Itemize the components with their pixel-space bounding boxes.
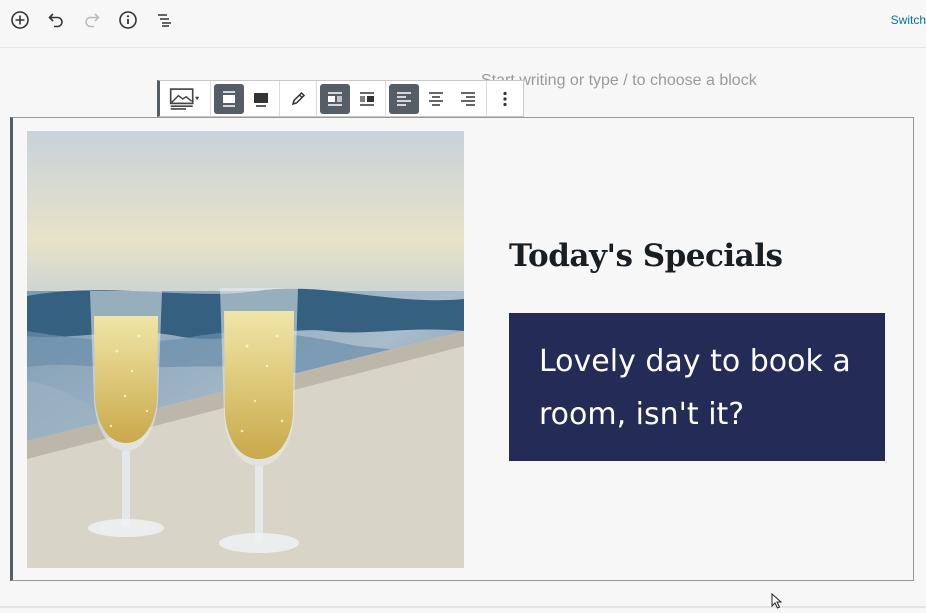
align-wide-icon[interactable]: [214, 83, 244, 114]
media-position-group: [317, 81, 386, 116]
redo-icon[interactable]: [80, 8, 104, 32]
outline-icon[interactable]: [152, 8, 176, 32]
edit-pencil-icon[interactable]: [283, 84, 313, 114]
add-block-icon[interactable]: [8, 8, 32, 32]
specials-heading[interactable]: Today's Specials: [509, 238, 783, 274]
block-toolbar: [157, 80, 524, 117]
align-full-icon[interactable]: [246, 84, 276, 114]
media-right-icon[interactable]: [352, 84, 382, 114]
block-switcher-group: [160, 81, 211, 116]
align-center-icon[interactable]: [421, 84, 451, 114]
champagne-glasses-image[interactable]: [27, 131, 464, 568]
block-alignment-group: [211, 81, 280, 116]
more-group: [487, 81, 523, 116]
align-left-icon[interactable]: [389, 83, 419, 114]
switch-link[interactable]: Switch: [891, 13, 926, 27]
callout-box[interactable]: Lovely day to book a room, isn't it?: [509, 313, 885, 461]
more-options-icon[interactable]: [490, 84, 520, 114]
media-text-icon[interactable]: [163, 84, 207, 114]
undo-icon[interactable]: [44, 8, 68, 32]
editor-top-toolbar: Switch: [0, 0, 926, 48]
callout-text[interactable]: Lovely day to book a room, isn't it?: [539, 335, 855, 441]
text-alignment-group: [386, 81, 487, 116]
info-icon[interactable]: [116, 8, 140, 32]
mouse-pointer-icon: [771, 592, 785, 613]
media-left-icon[interactable]: [320, 83, 350, 114]
media-text-content: Today's Specials Lovely day to book a ro…: [509, 118, 889, 580]
media-text-block[interactable]: Today's Specials Lovely day to book a ro…: [10, 117, 914, 581]
edit-group: [280, 81, 317, 116]
align-right-icon[interactable]: [453, 84, 483, 114]
